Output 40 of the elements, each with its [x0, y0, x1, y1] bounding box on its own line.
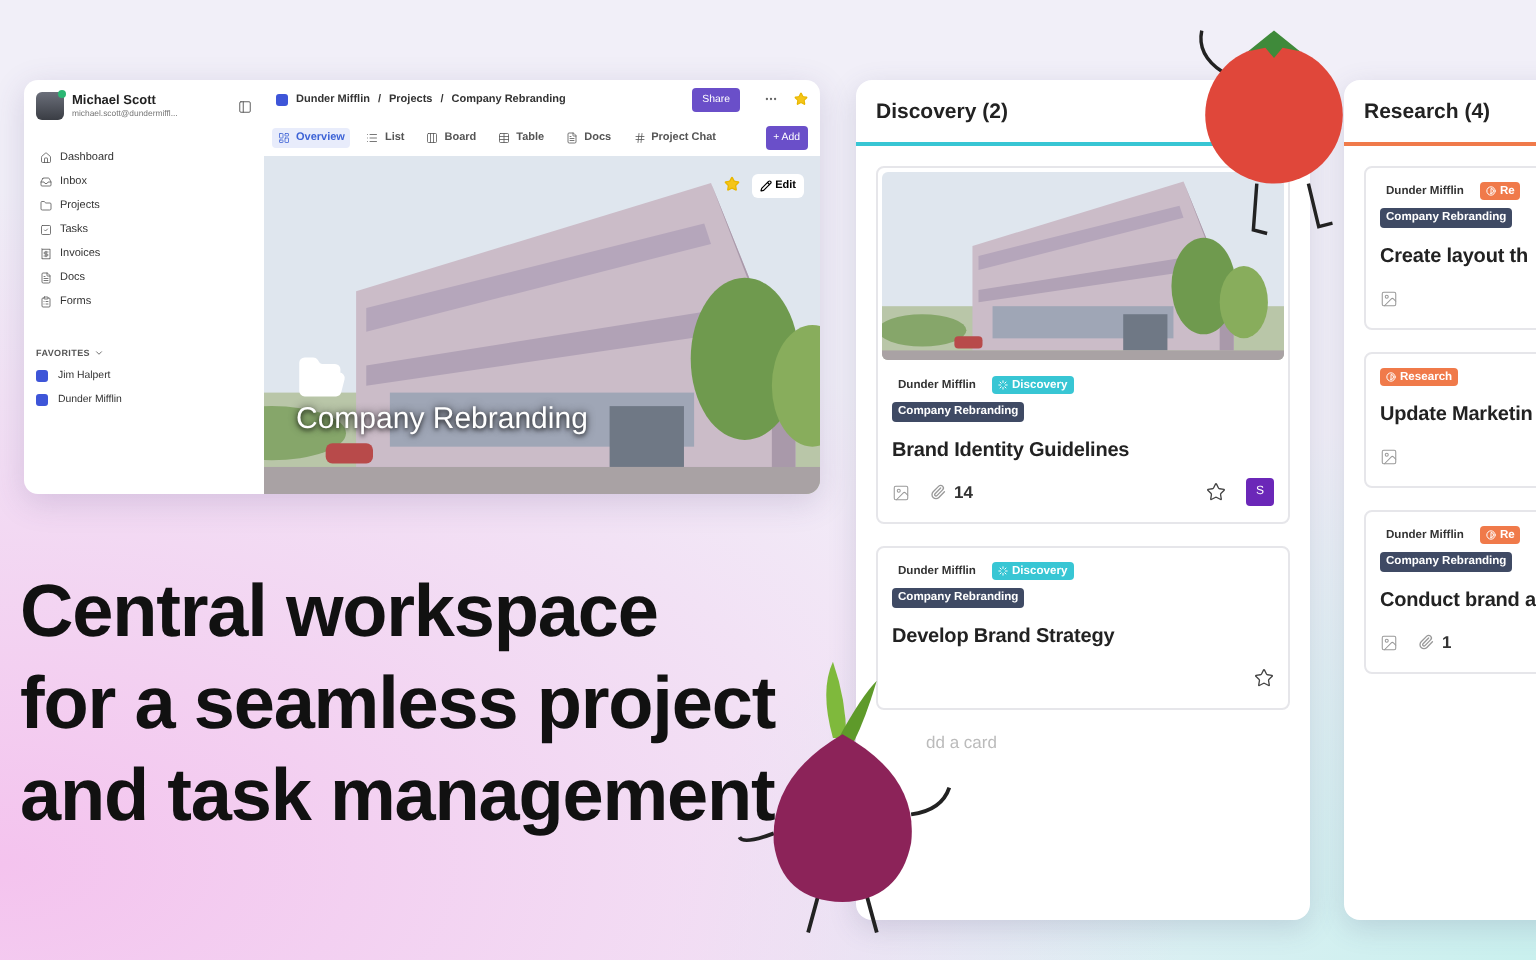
half-circle-icon [1386, 372, 1396, 382]
document-icon [566, 131, 579, 143]
card-title: Update Marketin [1380, 404, 1535, 426]
folder-icon [40, 200, 52, 212]
card-title: Conduct brand a [1380, 590, 1536, 612]
paperclip-icon [1418, 634, 1434, 650]
inbox-icon [40, 176, 52, 188]
headline: Central workspace for a seamless project and task management [20, 568, 778, 840]
star-icon[interactable] [1254, 668, 1274, 688]
square-icon [276, 93, 288, 105]
square-icon [36, 370, 48, 382]
card-title: Brand Identity Guidelines [892, 440, 1132, 462]
half-circle-icon [1485, 186, 1496, 196]
table-icon [498, 131, 511, 143]
star-icon[interactable] [724, 176, 740, 192]
half-circle-icon [1485, 530, 1496, 540]
paperclip-icon [930, 484, 946, 500]
attachment-count: 14 [954, 482, 973, 502]
chevron-down-icon[interactable] [93, 348, 104, 358]
card-title: Create layout th [1380, 246, 1530, 268]
star-icon[interactable] [1206, 482, 1226, 502]
more-icon[interactable] [764, 92, 778, 106]
clipboard-icon [40, 296, 52, 308]
house-icon [40, 152, 52, 164]
grid-icon [278, 131, 290, 143]
receipt-icon [40, 248, 52, 260]
column-title: Discovery (2) [876, 98, 1010, 128]
square-icon [36, 394, 48, 406]
column-title: Research (4) [1364, 98, 1493, 128]
card-title: Develop Brand Strategy [892, 626, 1117, 648]
sidebar-toggle-icon[interactable] [238, 99, 252, 113]
pencil-icon [759, 180, 772, 192]
columns-icon [426, 131, 439, 143]
hash-icon [633, 131, 646, 143]
attachment-count: 1 [1442, 632, 1452, 652]
star-icon[interactable] [794, 92, 808, 106]
checkbox-icon [40, 224, 52, 236]
list-icon [366, 131, 379, 143]
document-icon [40, 272, 52, 284]
user-avatar [36, 92, 64, 120]
